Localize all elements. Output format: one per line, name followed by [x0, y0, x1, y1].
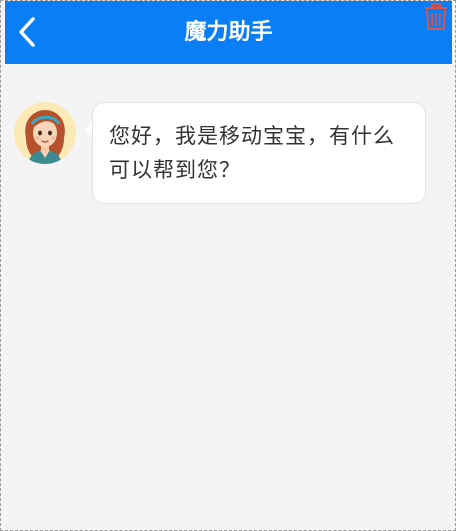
- delete-chat-button[interactable]: [423, 3, 449, 31]
- chat-area[interactable]: 您好，我是移动宝宝，有什么可以帮到您？: [5, 64, 452, 530]
- girl-avatar-icon: [14, 102, 76, 164]
- page-title: 魔力助手: [184, 20, 273, 45]
- message-text: 您好，我是移动宝宝，有什么可以帮到您？: [109, 124, 395, 182]
- assistant-message-bubble: 您好，我是移动宝宝，有什么可以帮到您？: [92, 102, 426, 204]
- app-frame: 魔力助手 您好，我是移动宝宝，有什么可以帮到您？: [0, 0, 456, 531]
- assistant-avatar: [14, 102, 76, 164]
- trash-icon: [425, 3, 447, 30]
- app-header: 魔力助手: [5, 1, 452, 64]
